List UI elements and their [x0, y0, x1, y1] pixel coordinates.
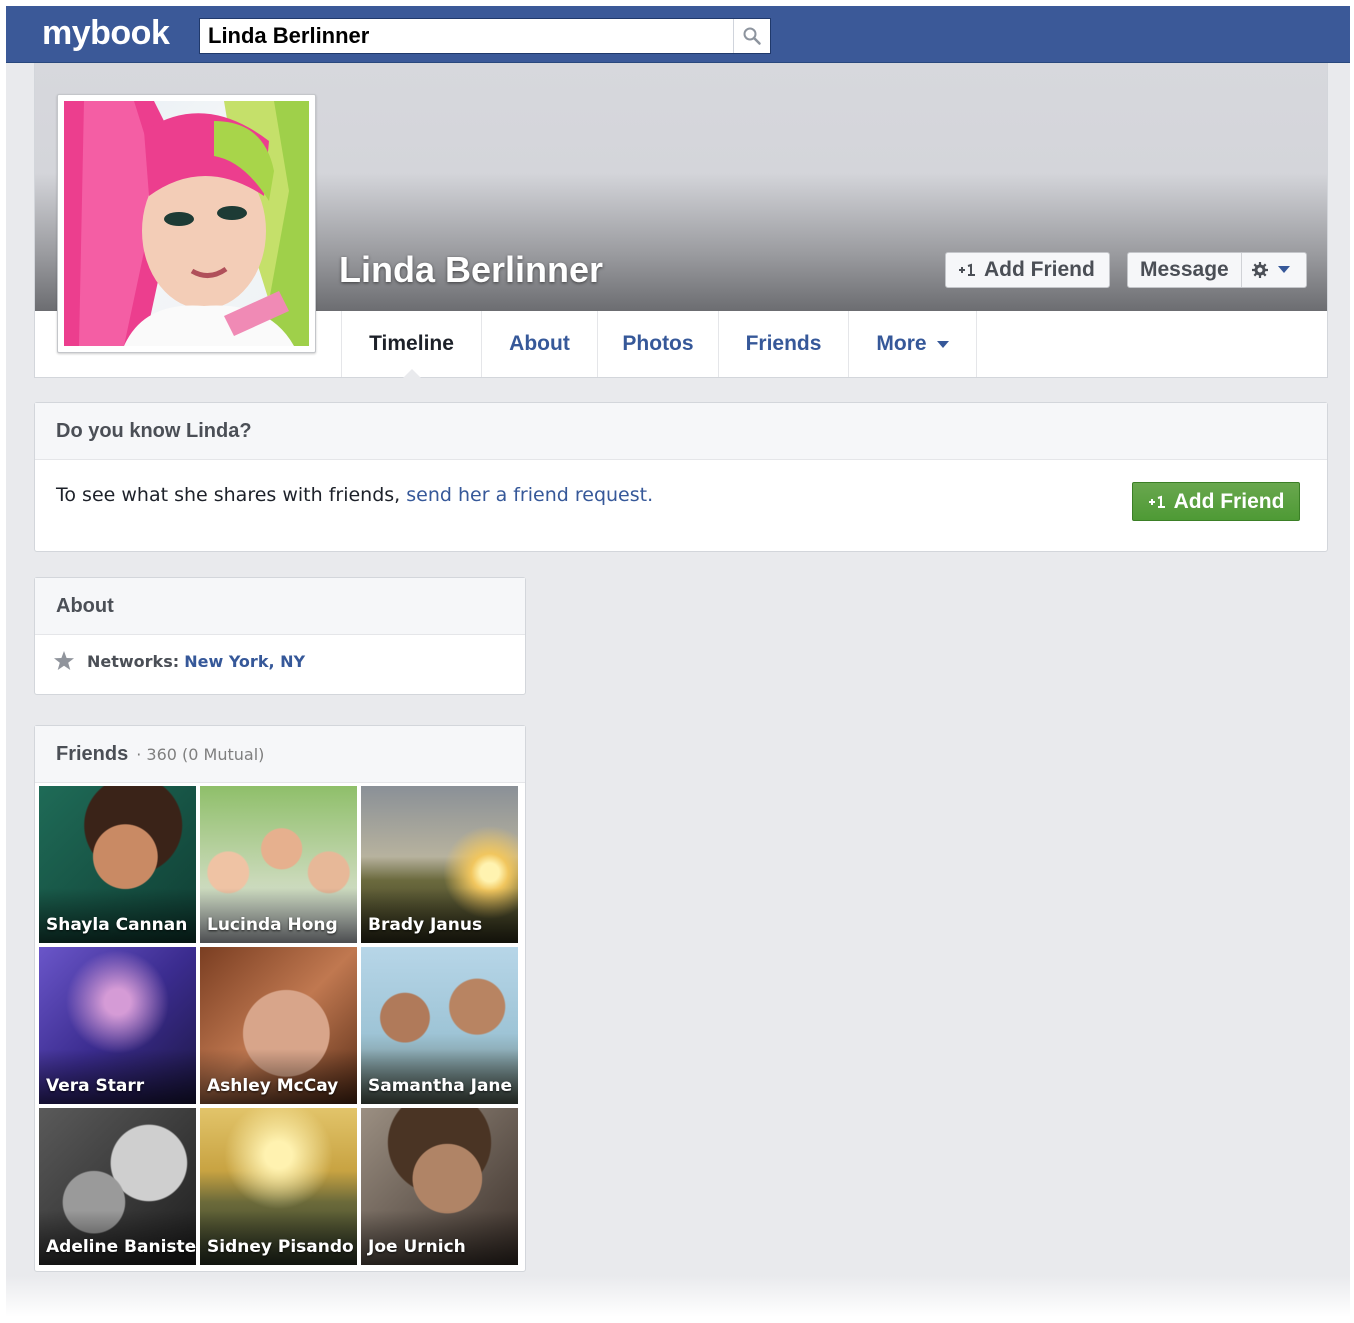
know-text: To see what she shares with friends, sen… [56, 484, 653, 506]
search-button[interactable] [733, 19, 770, 53]
tab-about[interactable]: About [481, 311, 597, 377]
friend-name: Brady Janus [368, 915, 483, 935]
page-frame: mybook Linda Berlinner Add Friend Messag… [6, 6, 1350, 1317]
friends-title[interactable]: Friends [56, 743, 128, 766]
friend-name: Lucinda Hong [207, 915, 338, 935]
profile-name: Linda Berlinner [339, 249, 604, 290]
add-friend-green-button[interactable]: Add Friend [1132, 482, 1300, 521]
friends-header: Friends · 360 (0 Mutual) [35, 726, 525, 783]
friend-tile[interactable]: Shayla Cannan [39, 786, 196, 943]
friend-request-link[interactable]: send her a friend request. [406, 484, 653, 506]
tab-more[interactable]: More [848, 311, 977, 377]
friend-name: Adeline Banister [46, 1237, 196, 1257]
search-box [199, 18, 771, 54]
profile-photo-art [64, 101, 309, 346]
friend-tile[interactable]: Sidney Pisando [200, 1108, 357, 1265]
tab-photos-label: Photos [622, 332, 694, 355]
friend-tile[interactable]: Brady Janus [361, 786, 518, 943]
friend-name: Sidney Pisando [207, 1237, 354, 1257]
networks-row: Networks: New York, NY [53, 650, 305, 672]
friend-name: Samantha Jane [368, 1076, 513, 1096]
friend-name: Joe Urnich [368, 1237, 466, 1257]
tab-about-label: About [509, 332, 570, 355]
networks-link[interactable]: New York, NY [184, 652, 305, 671]
top-bar: mybook [6, 6, 1350, 63]
add-friend-button[interactable]: Add Friend [945, 252, 1110, 288]
tab-friends[interactable]: Friends [718, 311, 848, 377]
logo[interactable]: mybook [42, 14, 170, 53]
friends-grid: Shayla Cannan Lucinda Hong Brady Janus V… [39, 786, 521, 1265]
tab-friends-label: Friends [745, 332, 822, 355]
gear-icon [1251, 262, 1268, 278]
friend-name: Ashley McCay [207, 1076, 339, 1096]
about-title: About [35, 578, 525, 635]
tab-timeline[interactable]: Timeline [341, 311, 481, 378]
friend-tile[interactable]: Lucinda Hong [200, 786, 357, 943]
friend-name: Shayla Cannan [46, 915, 188, 935]
tab-photos[interactable]: Photos [597, 311, 718, 377]
chevron-down-icon [1277, 266, 1290, 273]
profile-header: Linda Berlinner Add Friend Message Timel… [34, 63, 1328, 378]
know-title: Do you know Linda? [35, 403, 1327, 460]
tab-more-label: More [876, 332, 927, 355]
add-friend-icon [959, 263, 975, 276]
message-button-group: Message [1127, 252, 1307, 288]
know-text-prefix: To see what she shares with friends, [56, 484, 407, 506]
friend-name: Vera Starr [46, 1076, 145, 1096]
friend-tile[interactable]: Vera Starr [39, 947, 196, 1104]
star-icon [54, 651, 74, 670]
know-body: To see what she shares with friends, sen… [35, 460, 1327, 551]
friend-tile[interactable]: Ashley McCay [200, 947, 357, 1104]
search-input[interactable] [200, 19, 734, 53]
active-tab-indicator [402, 369, 421, 378]
chevron-down-icon [936, 340, 949, 348]
friend-tile[interactable]: Samantha Jane [361, 947, 518, 1104]
profile-tabs: Timeline About Photos Friends More [341, 311, 977, 378]
search-icon [743, 27, 761, 45]
add-friend-label: Add Friend [984, 258, 1095, 281]
friends-count: · 360 (0 Mutual) [136, 744, 265, 764]
know-card: Do you know Linda? To see what she share… [34, 402, 1328, 552]
add-friend-icon [1148, 495, 1165, 508]
about-card: About Networks: New York, NY [34, 577, 526, 695]
add-friend-green-label: Add Friend [1173, 489, 1285, 513]
friend-tile[interactable]: Joe Urnich [361, 1108, 518, 1265]
friends-card: Friends · 360 (0 Mutual) Shayla Cannan L… [34, 725, 526, 1272]
profile-picture[interactable] [57, 94, 316, 353]
networks-label: Networks: [87, 651, 180, 671]
tab-timeline-label: Timeline [369, 332, 454, 355]
message-button[interactable]: Message [1128, 253, 1242, 287]
profile-photo [64, 101, 309, 346]
settings-dropdown[interactable] [1242, 262, 1290, 278]
friend-tile[interactable]: Adeline Banister [39, 1108, 196, 1265]
